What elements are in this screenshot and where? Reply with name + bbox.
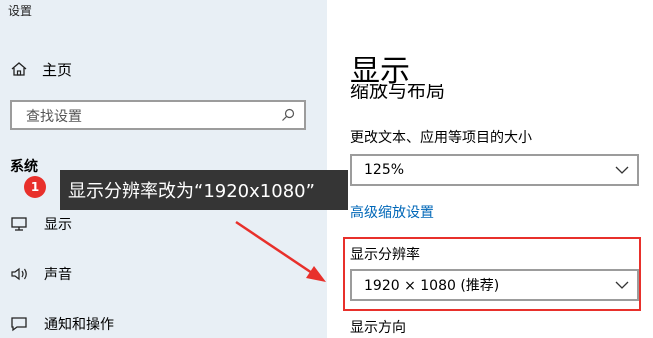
tooltip-text: 显示分辨率改为“1920x1080”	[68, 181, 315, 202]
annotation-tooltip: 显示分辨率改为“1920x1080”	[60, 170, 348, 210]
step-number: 1	[30, 180, 40, 194]
step-badge: 1	[24, 176, 46, 198]
annotation-arrow	[235, 220, 326, 282]
